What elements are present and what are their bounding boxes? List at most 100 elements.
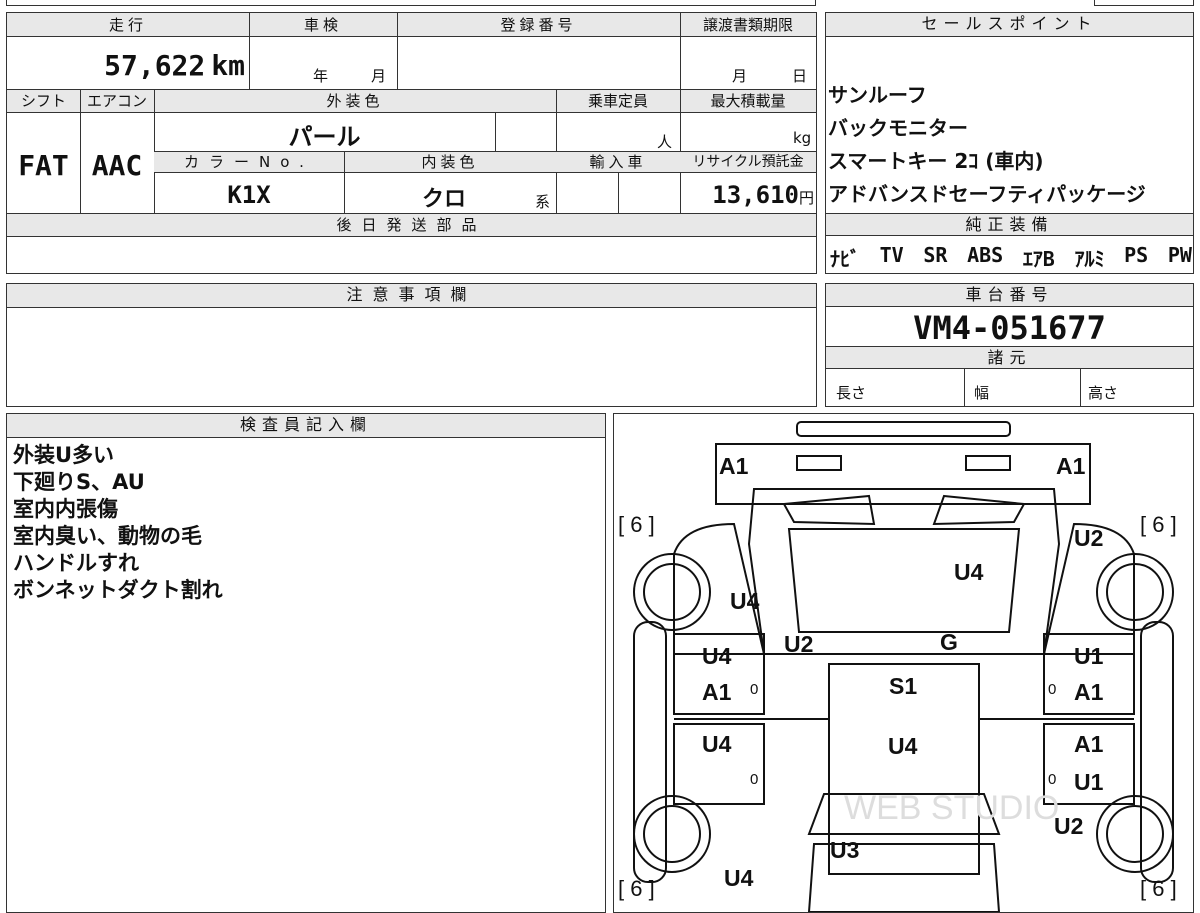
equipment-list: ﾅﾋﾞ TV SR ABS ｴｱB ｱﾙﾐ PS PW	[830, 243, 1192, 272]
mileage-value: 57,622 km	[7, 49, 245, 82]
tread-depth: [ 6 ]	[1140, 876, 1177, 901]
interior-color-value: クロ	[421, 187, 466, 212]
transfer-month: 月	[732, 67, 748, 85]
inspector-notes: 外装U多い 下廻りS、AU 室内内張傷 室内臭い、動物の毛 ハンドルすれ ボンネ…	[13, 442, 223, 604]
ac-label: エアコン	[86, 92, 147, 110]
width-label: 幅	[974, 384, 990, 402]
hood-outline	[747, 488, 1061, 655]
damage-mark: A1	[702, 679, 732, 705]
damage-mark: U3	[830, 837, 859, 863]
equipment-item: PS	[1124, 243, 1149, 267]
registration-label: 登録番号	[500, 16, 577, 34]
car-diagram: WEB STUDIO A1 A1 U2 U4 U4 U2 G U4 U1 A1 …	[618, 421, 1177, 912]
door-mark: 0	[750, 771, 758, 788]
notes-box: 注意事項欄	[6, 283, 817, 407]
damage-mark: U2	[1074, 525, 1103, 551]
chassis-number: VM4-051677	[913, 309, 1106, 347]
max-load-label: 最大積載量	[710, 92, 786, 110]
mileage-number: 57,622	[104, 49, 206, 82]
damage-mark: U4	[702, 731, 732, 757]
height-label: 高さ	[1088, 384, 1119, 402]
damage-mark: U1	[1074, 769, 1104, 795]
inspector-box: 検査員記入欄 外装U多い 下廻りS、AU 室内内張傷 室内臭い、動物の毛 ハンド…	[6, 413, 606, 913]
equipment-item: ｱﾙﾐ	[1074, 247, 1105, 271]
tread-depth: [ 6 ]	[618, 876, 655, 901]
transfer-deadline-label: 譲渡書類期限	[702, 16, 793, 34]
sales-point: サンルーフ	[828, 83, 927, 107]
door-mark: 0	[750, 681, 758, 698]
damage-mark: A1	[719, 453, 749, 479]
damage-mark: A1	[1056, 453, 1086, 479]
import-label: 輸入車	[589, 153, 647, 171]
damage-mark: S1	[889, 673, 917, 699]
recycle-value: 13,610円	[680, 181, 814, 209]
sales-point: バックモニター	[828, 116, 968, 140]
sales-points-list: サンルーフ バックモニター スマートキー 2ｺ (車内) アドバンスドセーフティ…	[828, 79, 1146, 211]
ac-value: AAC	[91, 149, 143, 182]
door-mark: 0	[1048, 771, 1056, 788]
damage-mark: U4	[888, 733, 918, 759]
shift-label: シフト	[20, 92, 66, 110]
vent-right	[932, 494, 1026, 526]
inspector-line: 室内内張傷	[13, 497, 118, 521]
damage-mark: U2	[1054, 813, 1083, 839]
interior-color-label: 内装色	[421, 153, 479, 171]
recycle-unit: 円	[798, 189, 814, 207]
shaken-label: 車検	[303, 16, 342, 34]
load-unit: kg	[793, 129, 812, 147]
equipment-item: SR	[923, 243, 948, 267]
top-strip-right	[1094, 0, 1194, 6]
sales-point: アドバンスドセーフティパッケージ	[828, 182, 1146, 206]
recycle-label: リサイクル預託金	[692, 154, 804, 170]
vehicle-info-table: 走行 車検 登録番号 譲渡書類期限 57,622 km 年 月 月 日 シフト エ…	[6, 12, 817, 274]
capacity-label: 乗車定員	[587, 92, 648, 110]
shaken-year: 年	[313, 67, 329, 85]
shift-value: FAT	[18, 149, 69, 182]
headlight-left	[796, 455, 842, 471]
front-bumper	[715, 443, 1091, 505]
top-strip	[6, 0, 816, 6]
damage-mark: U4	[730, 588, 760, 614]
recycle-number: 13,610	[712, 181, 799, 209]
inspector-line: ハンドルすれ	[13, 551, 139, 575]
damage-mark: A1	[1074, 679, 1104, 705]
wheel-rear-right-inner	[1106, 805, 1164, 863]
vent-left	[782, 494, 876, 526]
transfer-day: 日	[792, 67, 808, 85]
inspector-line: 室内臭い、動物の毛	[13, 524, 202, 548]
wheel-rear-left-inner	[643, 805, 701, 863]
parts-label: 後日発送部品	[336, 216, 487, 234]
length-label: 長さ	[836, 384, 867, 402]
equipment-header: 純正装備	[826, 213, 1193, 236]
equipment-item: TV	[879, 243, 904, 267]
notes-header: 注意事項欄	[7, 284, 816, 308]
exterior-color-label: 外装色	[326, 92, 384, 110]
mileage-unit: km	[211, 49, 245, 82]
tread-depth: [ 6 ]	[1140, 512, 1177, 537]
damage-mark: U4	[954, 559, 984, 585]
headlight-right	[965, 455, 1011, 471]
wheel-front-left-inner	[643, 563, 701, 621]
front-bumper-strip	[796, 421, 1011, 437]
car-diagram-box: WEB STUDIO A1 A1 U2 U4 U4 U2 G U4 U1 A1 …	[613, 413, 1194, 913]
inspector-line: 下廻りS、AU	[13, 470, 145, 494]
equipment-item: ｴｱB	[1022, 247, 1055, 271]
tread-depth: [ 6 ]	[618, 512, 655, 537]
damage-mark: A1	[1074, 731, 1104, 757]
wheel-front-left	[633, 553, 711, 631]
capacity-unit: 人	[657, 133, 673, 151]
sales-points-header: セールスポイント	[826, 13, 1193, 37]
inspector-header: 検査員記入欄	[7, 414, 605, 438]
damage-mark: U4	[724, 865, 754, 891]
equipment-item: ABS	[967, 243, 1004, 267]
spec-header: 諸元	[826, 346, 1193, 369]
equipment-item: ﾅﾋﾞ	[830, 247, 860, 271]
wheel-rear-left	[633, 795, 711, 873]
interior-suffix: 系	[535, 193, 551, 211]
inspector-line: ボンネットダクト割れ	[13, 578, 223, 602]
mirror-left	[633, 621, 667, 883]
chassis-box: 車台番号 VM4-051677 諸元 長さ 幅 高さ	[825, 283, 1194, 407]
damage-mark: U2	[784, 631, 813, 657]
exterior-color-value: パール	[288, 123, 361, 151]
shaken-month: 月	[371, 67, 387, 85]
